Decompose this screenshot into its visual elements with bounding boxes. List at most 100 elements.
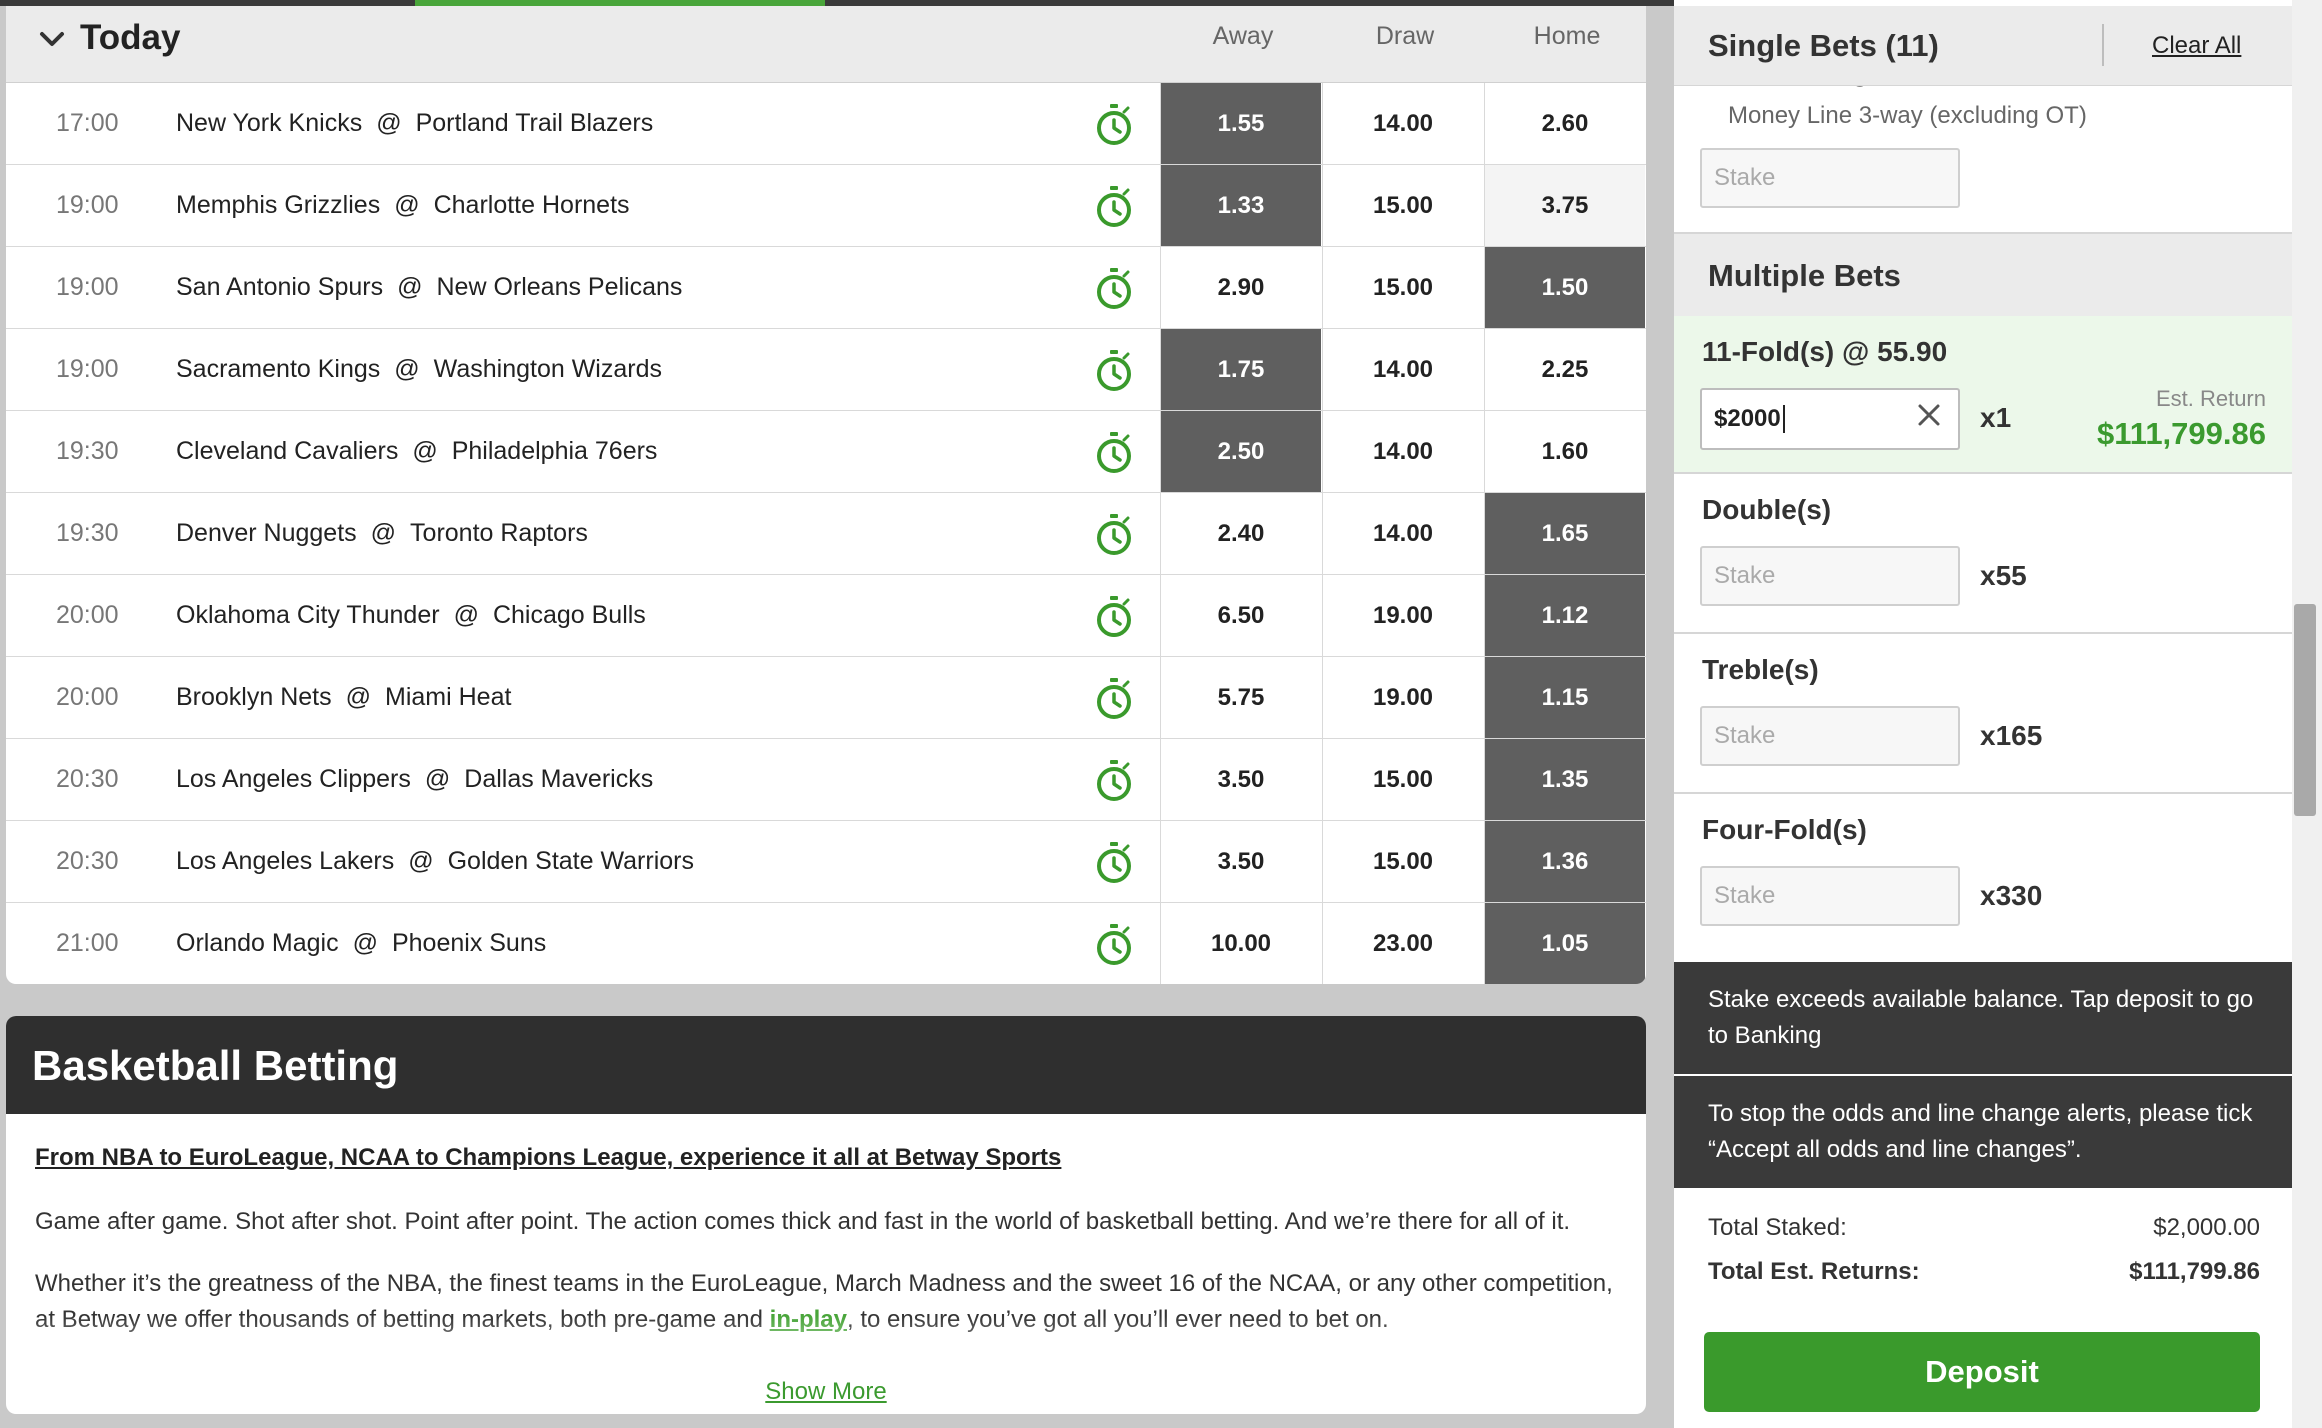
event-time: 19:00	[56, 355, 119, 383]
event-matchup[interactable]: Denver Nuggets @ Toronto Raptors	[176, 519, 588, 548]
clear-stake-icon[interactable]	[1914, 400, 1944, 430]
odds-button-away[interactable]: 5.75	[1160, 657, 1321, 738]
event-matchup[interactable]: Memphis Grizzlies @ Charlotte Hornets	[176, 191, 630, 220]
event-matchup[interactable]: New York Knicks @ Portland Trail Blazers	[176, 109, 653, 138]
event-row[interactable]: 19:30 Cleveland Cavaliers @ Philadelphia 76…	[6, 411, 1646, 493]
total-returns-row: Total Est. Returns: $111,799.86	[1708, 1258, 2260, 1286]
odds-button-away[interactable]: 1.75	[1160, 329, 1321, 410]
odds-button-away[interactable]: 2.50	[1160, 411, 1321, 492]
event-matchup[interactable]: Brooklyn Nets @ Miami Heat	[176, 683, 511, 712]
event-matchup[interactable]: San Antonio Spurs @ New Orleans Pelicans	[176, 273, 682, 302]
events-header[interactable]: Today Away Draw Home	[6, 6, 1646, 83]
trebles-stake-input[interactable]: Stake	[1700, 706, 1960, 766]
odds-button-away[interactable]: 10.00	[1160, 903, 1321, 984]
odds-button-home[interactable]: 2.25	[1484, 329, 1645, 410]
odds-button-draw[interactable]: 23.00	[1322, 903, 1483, 984]
event-time: 19:30	[56, 437, 119, 465]
home-team: Portland Trail Blazers	[415, 109, 654, 137]
odds-button-draw[interactable]: 15.00	[1322, 247, 1483, 328]
event-matchup[interactable]: Los Angeles Clippers @ Dallas Mavericks	[176, 765, 653, 794]
odds-button-away[interactable]: 1.55	[1160, 83, 1321, 164]
event-matchup[interactable]: Oklahoma City Thunder @ Chicago Bulls	[176, 601, 646, 630]
stopwatch-icon	[1094, 677, 1134, 721]
stake-placeholder: Stake	[1714, 722, 1776, 749]
odds-button-draw[interactable]: 14.00	[1322, 329, 1483, 410]
four-fold-multiplier: x330	[1980, 880, 2043, 911]
at-symbol: @	[408, 847, 434, 875]
show-more-label[interactable]: Show More	[765, 1378, 886, 1405]
single-bet-market: Money Line 3-way (excluding OT)	[1728, 102, 2087, 129]
away-team: Los Angeles Clippers	[176, 765, 411, 793]
away-team: Denver Nuggets	[176, 519, 357, 547]
event-matchup[interactable]: Cleveland Cavaliers @ Philadelphia 76ers	[176, 437, 657, 466]
odds-button-away[interactable]: 2.40	[1160, 493, 1321, 574]
odds-button-home[interactable]: 1.50	[1484, 247, 1645, 328]
odds-button-draw[interactable]: 19.00	[1322, 575, 1483, 656]
event-row[interactable]: 19:00 Sacramento Kings @ Washington Wizards…	[6, 329, 1646, 411]
eleven-fold-bet: 11-Fold(s) @ 55.90 $2000 x1 Est. Return …	[1674, 316, 2292, 474]
event-time: 17:00	[56, 109, 119, 137]
odds-button-away[interactable]: 2.90	[1160, 247, 1321, 328]
odds-button-home[interactable]: 1.36	[1484, 821, 1645, 902]
away-team: Sacramento Kings	[176, 355, 381, 383]
info-subheading-link[interactable]: From NBA to EuroLeague, NCAA to Champion…	[35, 1144, 1061, 1172]
odds-button-away[interactable]: 1.33	[1160, 165, 1321, 246]
odds-button-away[interactable]: 6.50	[1160, 575, 1321, 656]
info-paragraph-2-line-1: Whether it’s the greatness of the NBA, t…	[35, 1270, 1613, 1297]
event-row[interactable]: 20:00 Oklahoma City Thunder @ Chicago Bulls…	[6, 575, 1646, 657]
odds-button-draw[interactable]: 19.00	[1322, 657, 1483, 738]
event-row[interactable]: 19:00 Memphis Grizzlies @ Charlotte Hornets…	[6, 165, 1646, 247]
event-row[interactable]: 19:30 Denver Nuggets @ Toronto Raptors 2.40 1…	[6, 493, 1646, 575]
event-row[interactable]: 19:00 San Antonio Spurs @ New Orleans Pelic…	[6, 247, 1646, 329]
stopwatch-icon	[1094, 185, 1134, 229]
doubles-bet: Double(s) Stake x55	[1674, 474, 2292, 634]
at-symbol: @	[453, 601, 479, 629]
away-team: Memphis Grizzlies	[176, 191, 381, 219]
est-return-label: Est. Return	[2155, 386, 2266, 411]
event-row[interactable]: 17:00 New York Knicks @ Portland Trail Blaz…	[6, 83, 1646, 165]
event-row[interactable]: 20:30 Los Angeles Lakers @ Golden State War…	[6, 821, 1646, 903]
clear-all-button[interactable]: Clear All	[2152, 32, 2241, 60]
event-matchup[interactable]: Orlando Magic @ Phoenix Suns	[176, 929, 546, 958]
stopwatch-icon	[1094, 431, 1134, 475]
odds-button-draw[interactable]: 15.00	[1322, 821, 1483, 902]
odds-button-draw[interactable]: 14.00	[1322, 83, 1483, 164]
multiple-bets-header: Multiple Bets	[1674, 234, 2292, 316]
odds-button-away[interactable]: 3.50	[1160, 821, 1321, 902]
show-more-link[interactable]: Show More	[6, 1378, 1646, 1406]
at-symbol: @	[352, 929, 378, 957]
odds-button-home[interactable]: 1.65	[1484, 493, 1645, 574]
scrollbar-thumb[interactable]	[2294, 604, 2316, 816]
odds-button-draw[interactable]: 15.00	[1322, 165, 1483, 246]
header-divider	[2102, 24, 2104, 66]
event-row[interactable]: 20:00 Brooklyn Nets @ Miami Heat 5.75 19.00 1.…	[6, 657, 1646, 739]
doubles-stake-input[interactable]: Stake	[1700, 546, 1960, 606]
stopwatch-icon	[1094, 759, 1134, 803]
odds-button-home[interactable]: 1.60	[1484, 411, 1645, 492]
odds-button-away[interactable]: 3.50	[1160, 739, 1321, 820]
at-symbol: @	[370, 519, 397, 547]
four-fold-stake-input[interactable]: Stake	[1700, 866, 1960, 926]
event-matchup[interactable]: Los Angeles Lakers @ Golden State Warriors	[176, 847, 694, 876]
bet-totals: Total Staked: $2,000.00 Total Est. Retur…	[1674, 1188, 2292, 1428]
total-returns-label: Total Est. Returns:	[1708, 1258, 1920, 1285]
odds-button-home[interactable]: 3.75	[1484, 165, 1645, 246]
chevron-down-icon[interactable]	[36, 24, 68, 56]
odds-button-draw[interactable]: 14.00	[1322, 411, 1483, 492]
odds-button-home[interactable]: 1.35	[1484, 739, 1645, 820]
event-row[interactable]: 20:30 Los Angeles Clippers @ Dallas Maveric…	[6, 739, 1646, 821]
event-matchup[interactable]: Sacramento Kings @ Washington Wizards	[176, 355, 662, 384]
home-team: Chicago Bulls	[492, 601, 646, 629]
stopwatch-icon	[1094, 349, 1134, 393]
odds-button-home[interactable]: 2.60	[1484, 83, 1645, 164]
event-row[interactable]: 21:00 Orlando Magic @ Phoenix Suns 10.00 23.0…	[6, 903, 1646, 984]
home-team: Dallas Mavericks	[464, 765, 654, 793]
odds-button-draw[interactable]: 15.00	[1322, 739, 1483, 820]
single-stake-input[interactable]: Stake	[1700, 148, 1960, 208]
odds-button-home[interactable]: 1.12	[1484, 575, 1645, 656]
away-team: Oklahoma City Thunder	[176, 601, 440, 629]
odds-button-home[interactable]: 1.15	[1484, 657, 1645, 738]
deposit-button[interactable]: Deposit	[1704, 1332, 2260, 1412]
odds-button-draw[interactable]: 14.00	[1322, 493, 1483, 574]
odds-button-home[interactable]: 1.05	[1484, 903, 1645, 984]
